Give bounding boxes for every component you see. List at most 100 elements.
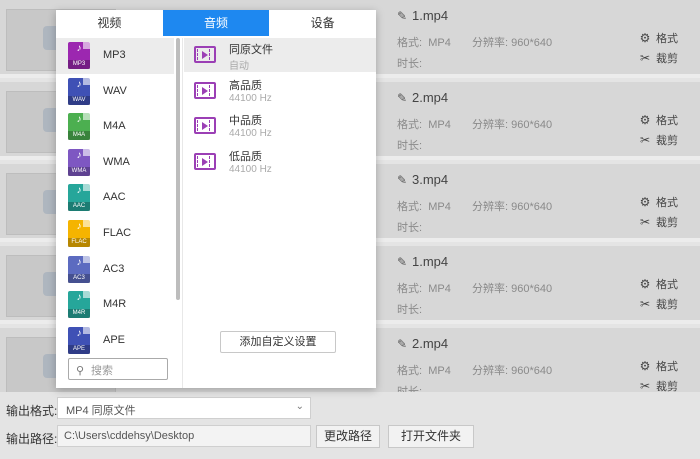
format-button[interactable]: ⚙ 格式 [638,276,678,292]
output-format-select[interactable]: MP4 同原文件 ⌄ [57,397,311,419]
format-item-label: APE [103,333,126,346]
gear-icon: ⚙ [639,195,651,209]
file-name-text: 1.mp4 [412,254,449,269]
format-item-mp3[interactable]: ♪ MP3 MP3 [56,38,174,74]
format-item-m4r[interactable]: ♪ M4R M4R [56,287,174,323]
format-item-ape[interactable]: ♪ APE APE [56,323,174,359]
tab-video[interactable]: 视频 [56,10,163,36]
resolution-value: 960*640 [511,37,553,49]
music-file-icon: ♪ WAV [68,77,90,105]
resolution-info: 分辨率: 960*640 [472,280,552,296]
format-value: MP4 [428,201,451,213]
file-name[interactable]: ✎ 2.mp4 [397,90,448,105]
format-list: ♪ MP3 MP3 ♪ WAV WAV ♪ M4A M4A ♪ WMA WMA ♪ AAC AAC ♪ FLAC… [56,38,180,388]
edit-icon[interactable]: ✎ [397,337,409,351]
output-path-label: 输出路径: [6,432,58,446]
file-name-text: 2.mp4 [412,90,449,105]
format-item-label: FLAC [103,227,132,239]
search-placeholder: 搜索 [91,365,113,377]
resolution-info: 分辨率: 960*640 [472,198,552,214]
gear-icon: ⚙ [639,277,651,291]
file-format-info: 格式: MP4 分辨率: 960*640 [397,280,552,296]
output-format-label: 输出格式: [6,404,58,418]
cut-button[interactable]: ✂ 裁剪 [638,50,678,66]
scissors-icon: ✂ [639,379,651,392]
cut-button[interactable]: ✂ 裁剪 [638,214,678,230]
quality-item[interactable]: 同原文件 自动 [184,38,376,72]
cut-button-label: 裁剪 [656,299,678,311]
edit-icon[interactable]: ✎ [397,255,409,269]
format-item-flac[interactable]: ♪ FLAC FLAC [56,216,174,252]
change-path-button[interactable]: 更改路径 [316,425,380,448]
file-name[interactable]: ✎ 1.mp4 [397,8,448,23]
format-item-label: AAC [103,191,126,204]
quality-name: 中品质 [229,115,262,127]
format-item-label: AC3 [103,262,125,275]
file-name[interactable]: ✎ 3.mp4 [397,172,448,187]
quality-item[interactable]: 低品质 44100 Hz [184,145,376,179]
resolution-info: 分辨率: 960*640 [472,116,552,132]
search-icon: ⚲ [76,365,85,377]
format-value: MP4 [428,365,451,377]
tab-device[interactable]: 设备 [269,10,377,36]
edit-icon[interactable]: ✎ [397,173,409,187]
cut-button[interactable]: ✂ 裁剪 [638,378,678,392]
format-item-aac[interactable]: ♪ AAC AAC [56,180,174,216]
format-label: 格式: [397,119,423,131]
format-icon-tag: M4A [68,131,90,141]
music-file-icon: ♪ AC3 [68,255,90,283]
resolution-value: 960*640 [511,365,553,377]
format-item-wma[interactable]: ♪ WMA WMA [56,145,174,181]
open-folder-button[interactable]: 打开文件夹 [388,425,474,448]
format-icon-tag: AC3 [68,273,90,283]
music-file-icon: ♪ MP3 [68,42,90,69]
file-name-text: 2.mp4 [412,336,449,351]
file-format-info: 格式: MP4 分辨率: 960*640 [397,116,552,132]
format-button-label: 格式 [656,361,678,373]
quality-item[interactable]: 高品质 44100 Hz [184,74,376,108]
format-button[interactable]: ⚙ 格式 [638,194,678,210]
resolution-info: 分辨率: 960*640 [472,362,552,378]
gear-icon: ⚙ [639,31,651,45]
format-label: 格式: [397,283,423,295]
output-path-field[interactable]: C:\Users\cddehsy\Desktop [57,425,311,447]
file-name[interactable]: ✎ 1.mp4 [397,254,448,269]
cut-button-label: 裁剪 [656,53,678,65]
quality-sample-rate: 44100 Hz [229,92,272,104]
edit-icon[interactable]: ✎ [397,9,409,23]
file-format-info: 格式: MP4 分辨率: 960*640 [397,34,552,50]
music-file-icon: ♪ M4A [68,113,90,141]
format-popup: 视频 音频 设备 ♪ MP3 MP3 ♪ WAV WAV ♪ M4A M4A ♪ WMA WMA ♪ AA… [56,10,377,388]
add-custom-setting-button[interactable]: 添加自定义设置 [220,331,336,353]
music-file-icon: ♪ AAC [68,184,90,212]
cut-button[interactable]: ✂ 裁剪 [638,132,678,148]
format-value: MP4 [428,283,451,295]
format-button[interactable]: ⚙ 格式 [638,358,678,374]
cut-button[interactable]: ✂ 裁剪 [638,296,678,312]
edit-icon[interactable]: ✎ [397,91,409,105]
file-format-info: 格式: MP4 分辨率: 960*640 [397,198,552,214]
scissors-icon: ✂ [639,133,651,147]
format-label: 格式: [397,37,423,49]
video-file-icon [194,152,216,170]
quality-item[interactable]: 中品质 44100 Hz [184,109,376,143]
format-item-label: M4R [103,298,127,311]
format-button[interactable]: ⚙ 格式 [638,30,678,46]
format-item-ac3[interactable]: ♪ AC3 AC3 [56,252,174,288]
duration-label: 时长: [397,58,423,70]
format-button[interactable]: ⚙ 格式 [638,112,678,128]
scissors-icon: ✂ [639,215,651,229]
format-item-m4a[interactable]: ♪ M4A M4A [56,109,174,145]
format-icon-tag: WAV [68,95,90,105]
format-list-scrollbar[interactable] [176,38,180,300]
video-file-icon [194,46,216,63]
tab-audio[interactable]: 音频 [162,10,270,36]
file-name[interactable]: ✎ 2.mp4 [397,336,448,351]
format-icon-tag: APE [68,344,90,354]
duration-label: 时长: [397,140,423,152]
format-icon-tag: MP3 [68,60,90,69]
file-name-text: 1.mp4 [412,8,449,23]
output-format-value: MP4 同原文件 [66,405,136,417]
format-item-wav[interactable]: ♪ WAV WAV [56,74,174,110]
format-search-input[interactable]: ⚲ 搜索 [68,358,168,380]
